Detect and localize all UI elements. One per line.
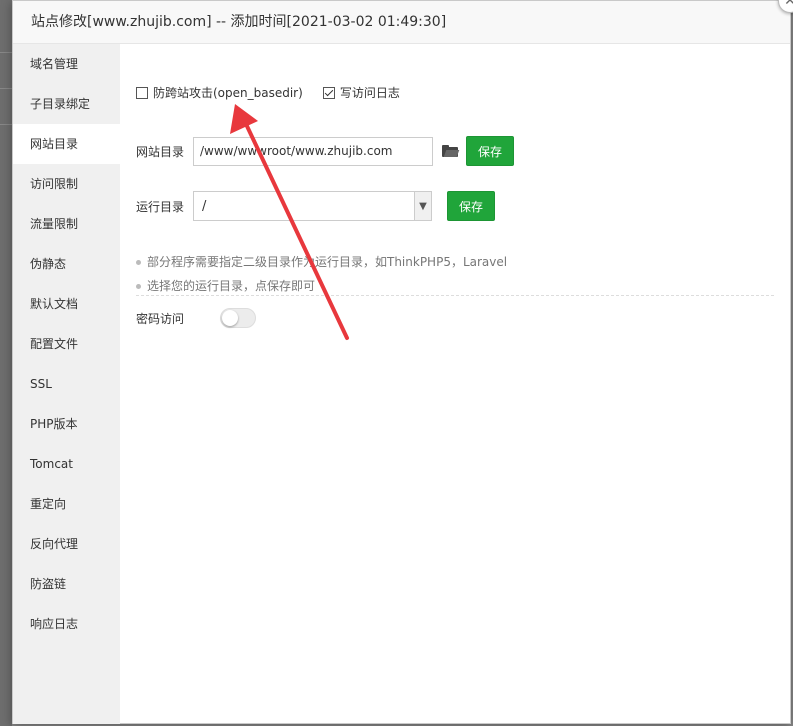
password-access-label: 密码访问	[136, 311, 185, 326]
sidebar-item-php-version[interactable]: PHP版本	[13, 404, 120, 444]
sidebar-item-reverse-proxy[interactable]: 反向代理	[13, 524, 120, 564]
password-access-row: 密码访问	[136, 308, 256, 328]
sidebar-item-hotlink-protection[interactable]: 防盗链	[13, 564, 120, 604]
sidebar-item-ssl[interactable]: SSL	[13, 364, 120, 404]
site-directory-panel: 防跨站攻击(open_basedir) 写访问日志 网站目录 保存 运行目录 /…	[120, 44, 790, 723]
access-log-option[interactable]: 写访问日志	[322, 84, 400, 101]
run-directory-label: 运行目录	[136, 199, 185, 214]
sidebar-item-redirect[interactable]: 重定向	[13, 484, 120, 524]
sidebar-item-traffic-limit[interactable]: 流量限制	[13, 204, 120, 244]
help-tips: 部分程序需要指定二级目录作为运行目录，如ThinkPHP5，Laravel 选择…	[136, 250, 507, 298]
access-log-checkbox[interactable]	[322, 86, 335, 99]
dialog-title: 站点修改[www.zhujib.com] -- 添加时间[2021-03-02 …	[13, 1, 790, 44]
sidebar-item-tomcat[interactable]: Tomcat	[13, 444, 120, 484]
password-access-toggle[interactable]	[220, 308, 256, 328]
site-settings-dialog: 站点修改[www.zhujib.com] -- 添加时间[2021-03-02 …	[12, 0, 793, 724]
tip-item: 部分程序需要指定二级目录作为运行目录，如ThinkPHP5，Laravel	[136, 250, 507, 274]
sidebar-item-access-restriction[interactable]: 访问限制	[13, 164, 120, 204]
run-directory-selected-value: /	[202, 198, 207, 214]
sidebar-item-default-document[interactable]: 默认文档	[13, 284, 120, 324]
background-page-strip	[0, 0, 12, 726]
save-run-directory-button[interactable]: 保存	[447, 191, 496, 221]
sidebar-item-response-log[interactable]: 响应日志	[13, 604, 120, 644]
sidebar-item-config-file[interactable]: 配置文件	[13, 324, 120, 364]
site-directory-label: 网站目录	[136, 144, 185, 159]
run-directory-row: 运行目录 / ▼ 保存	[136, 191, 496, 221]
site-directory-row: 网站目录 保存	[136, 136, 515, 166]
sidebar-item-rewrite[interactable]: 伪静态	[13, 244, 120, 284]
directory-options: 防跨站攻击(open_basedir) 写访问日志	[136, 84, 420, 101]
open-basedir-option[interactable]: 防跨站攻击(open_basedir)	[136, 84, 303, 101]
run-directory-select[interactable]: / ▼	[193, 191, 432, 221]
chevron-down-icon[interactable]: ▼	[414, 192, 431, 220]
folder-open-icon[interactable]	[442, 145, 460, 157]
save-site-directory-button[interactable]: 保存	[466, 136, 515, 166]
settings-sidebar: 域名管理 子目录绑定 网站目录 访问限制 流量限制 伪静态 默认文档 配置文件 …	[13, 44, 120, 724]
open-basedir-label: 防跨站攻击(open_basedir)	[153, 86, 303, 100]
dashed-divider	[136, 295, 774, 296]
sidebar-item-subdirectory-binding[interactable]: 子目录绑定	[13, 84, 120, 124]
sidebar-item-domain-management[interactable]: 域名管理	[13, 44, 120, 84]
access-log-label: 写访问日志	[339, 86, 400, 100]
bullet-icon	[136, 283, 141, 289]
bullet-icon	[136, 259, 141, 265]
site-directory-input[interactable]	[193, 136, 433, 166]
open-basedir-checkbox[interactable]	[136, 86, 148, 99]
sidebar-item-site-directory[interactable]: 网站目录	[13, 124, 120, 164]
